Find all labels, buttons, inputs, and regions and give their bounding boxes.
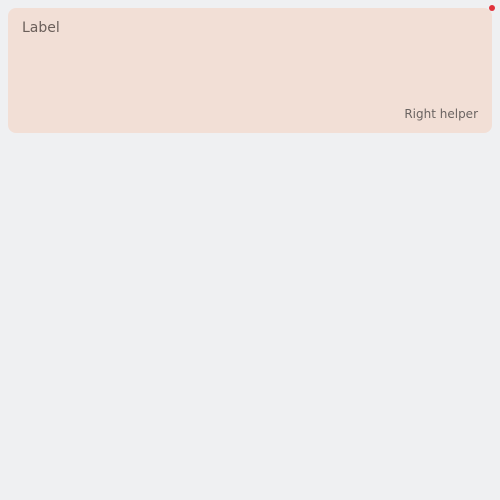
textarea-field[interactable]: Label Right helper xyxy=(8,8,492,133)
required-indicator-dot xyxy=(489,5,495,11)
field-label: Label xyxy=(22,20,60,36)
right-helper-text: Right helper xyxy=(404,107,478,121)
page: Label Right helper xyxy=(0,0,500,500)
textarea-input[interactable] xyxy=(22,42,478,102)
